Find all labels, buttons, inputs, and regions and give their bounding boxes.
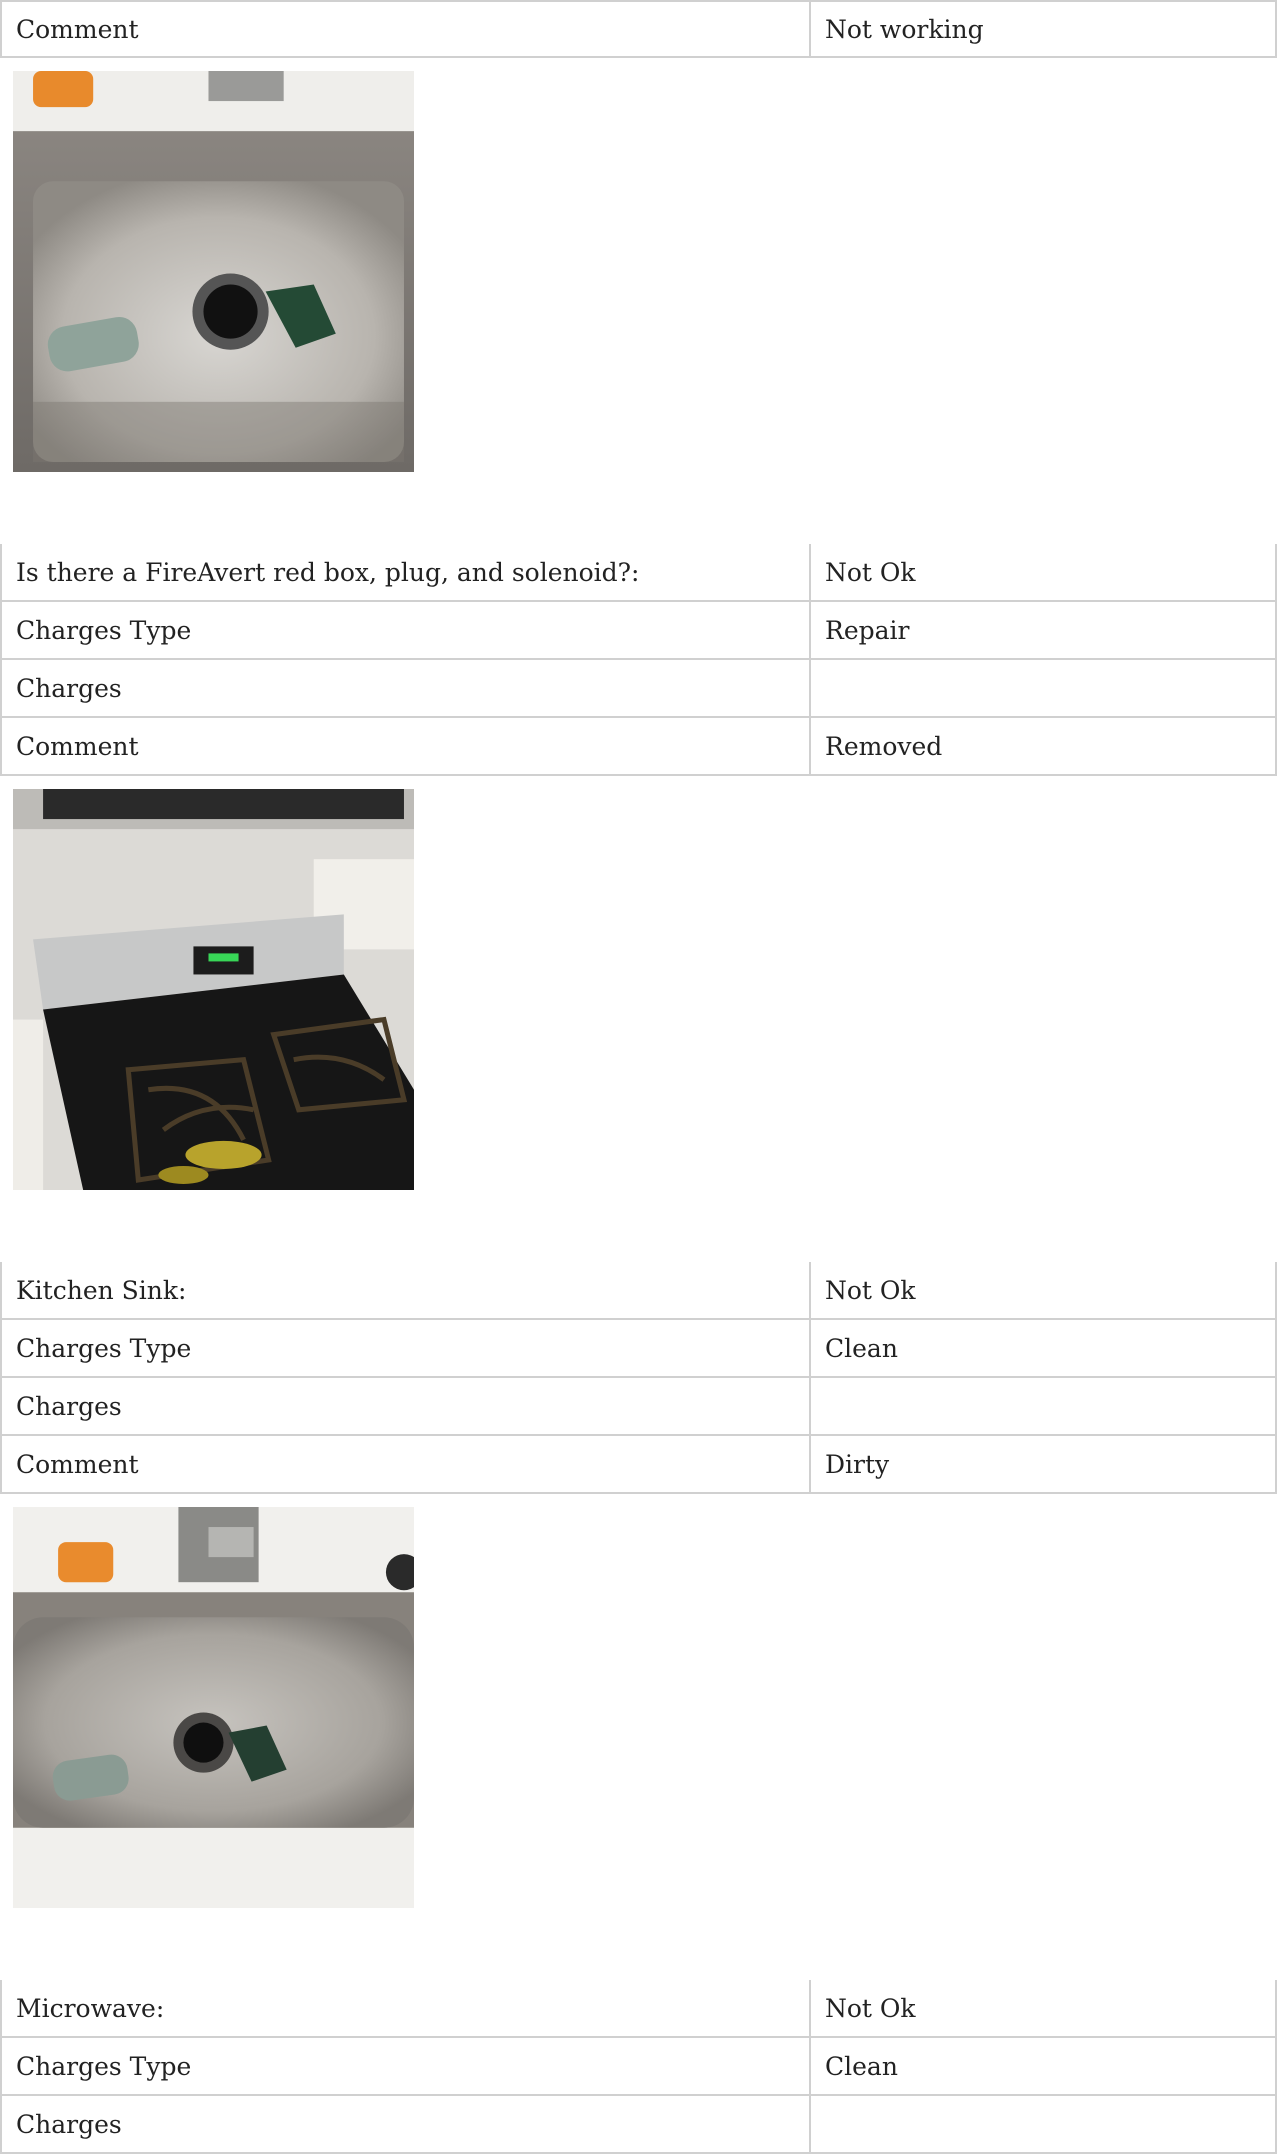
row-label: Charges xyxy=(0,1378,811,1434)
table-row: Charges Type Clean xyxy=(0,2038,1277,2096)
row-label: Charges Type xyxy=(0,2038,811,2094)
row-value: Not Ok xyxy=(811,1262,1277,1318)
sink-photo[interactable] xyxy=(13,1507,414,1908)
table-row: Kitchen Sink: Not Ok xyxy=(0,1262,1277,1320)
photo-cell xyxy=(0,58,1277,544)
table-row: Comment Not working xyxy=(0,0,1277,58)
row-value: Not Ok xyxy=(811,544,1277,600)
row-value xyxy=(811,660,1277,716)
inspection-report: Comment Not working Is there a FireAvert… xyxy=(0,0,1277,2154)
row-label: Is there a FireAvert red box, plug, and … xyxy=(0,544,811,600)
row-label: Kitchen Sink: xyxy=(0,1262,811,1318)
row-value: Removed xyxy=(811,718,1277,774)
table-row: Comment Removed xyxy=(0,718,1277,776)
row-label: Charges Type xyxy=(0,602,811,658)
table-row: Charges xyxy=(0,1378,1277,1436)
row-value: Repair xyxy=(811,602,1277,658)
row-label: Comment xyxy=(0,1436,811,1492)
table-row: Charges Type Repair xyxy=(0,602,1277,660)
table-row: Is there a FireAvert red box, plug, and … xyxy=(0,544,1277,602)
row-value: Clean xyxy=(811,1320,1277,1376)
row-value xyxy=(811,1378,1277,1434)
row-label: Charges xyxy=(0,2096,811,2152)
table-row: Charges xyxy=(0,660,1277,718)
row-value: Not Ok xyxy=(811,1980,1277,2036)
table-row: Charges Type Clean xyxy=(0,1320,1277,1378)
table-row: Microwave: Not Ok xyxy=(0,1980,1277,2038)
table-row: Charges xyxy=(0,2096,1277,2154)
row-label: Comment xyxy=(0,2,811,56)
row-label: Microwave: xyxy=(0,1980,811,2036)
stove-photo[interactable] xyxy=(13,789,414,1190)
table-row: Comment Dirty xyxy=(0,1436,1277,1494)
row-label: Comment xyxy=(0,718,811,774)
row-label: Charges xyxy=(0,660,811,716)
sink-photo[interactable] xyxy=(13,71,414,472)
row-value: Clean xyxy=(811,2038,1277,2094)
photo-cell xyxy=(0,1494,1277,1980)
row-label: Charges Type xyxy=(0,1320,811,1376)
row-value: Dirty xyxy=(811,1436,1277,1492)
photo-cell xyxy=(0,776,1277,1262)
row-value xyxy=(811,2096,1277,2152)
row-value: Not working xyxy=(811,2,1277,56)
